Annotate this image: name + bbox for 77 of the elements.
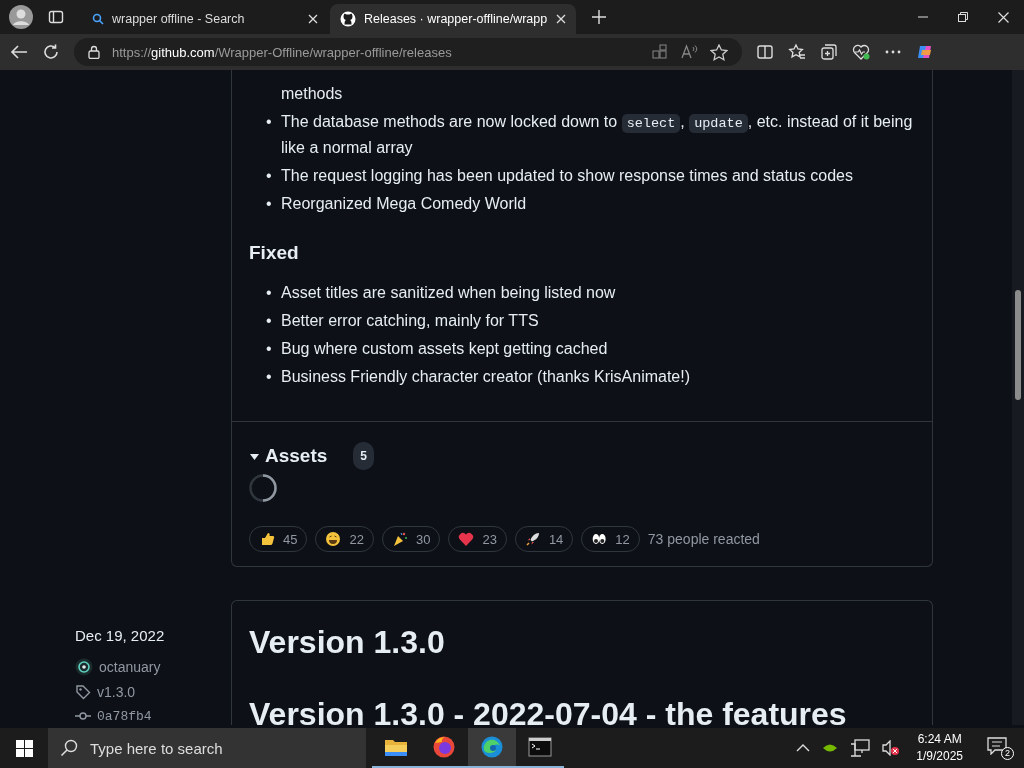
close-icon[interactable] (998, 11, 1009, 23)
fox-globe-icon (432, 735, 456, 759)
refresh-icon[interactable] (42, 43, 60, 61)
bullet-mark: • (266, 284, 272, 301)
browser-tab[interactable]: wrapper offline - Search (82, 4, 328, 34)
list-item: Business Friendly character creator (thanks KrisAnimate!) (281, 367, 691, 387)
assets-toggle[interactable]: Assets (249, 444, 328, 468)
cat-logo-icon (340, 11, 356, 27)
clock[interactable]: 6:24 AM 1/9/2025 (916, 731, 963, 765)
tag-icon (75, 684, 91, 700)
bullet-mark: • (266, 195, 272, 212)
search-icon (92, 13, 104, 25)
reaction-button[interactable]: 12 (581, 526, 640, 552)
release-date: Dec 19, 2022 (75, 627, 166, 644)
star-icon[interactable] (710, 43, 728, 61)
terminal-icon (528, 735, 552, 759)
address-bar[interactable]: https://github.com/Wrapper-Offline/wrapper-offline/releases (74, 38, 742, 66)
favorites-icon[interactable] (788, 43, 806, 61)
gpu-icon[interactable] (822, 742, 839, 754)
section-heading: Fixed (249, 241, 299, 265)
bullet-mark: • (266, 368, 272, 385)
reaction-button[interactable]: 22 (315, 526, 374, 552)
thumbs-up-icon (259, 531, 275, 547)
app-grid-icon[interactable] (652, 44, 668, 60)
reaction-button[interactable]: 23 (448, 526, 507, 552)
list-item: Reorganized Mega Comedy World (281, 194, 527, 214)
reaction-button[interactable]: 14 (514, 526, 574, 552)
network-icon[interactable] (850, 739, 871, 757)
new-tab-icon[interactable] (592, 10, 606, 24)
bullet-mark: • (266, 340, 272, 357)
restore-icon[interactable] (958, 12, 968, 22)
release-title[interactable]: Version 1.3.0 (249, 625, 445, 659)
eyes-icon (591, 531, 608, 547)
taskbar-app[interactable] (468, 728, 516, 768)
scrollbar[interactable] (1012, 70, 1024, 725)
list-item: Better error catching, mainly for TTS (281, 311, 539, 331)
notifications-button[interactable]: 2 (987, 736, 1014, 760)
tab-actions-icon[interactable] (48, 9, 64, 25)
reaction-summary: 73 people reacted (647, 531, 760, 547)
taskbar-search-field[interactable]: Type here to search (48, 728, 366, 768)
close-icon[interactable] (556, 14, 566, 24)
release-heading: Version 1.3.0 - 2022-07-04 - the features (249, 697, 847, 725)
bullet-mark: • (266, 312, 272, 329)
party-popper-icon (391, 531, 408, 547)
back-icon[interactable] (10, 44, 28, 60)
close-icon[interactable] (308, 14, 318, 24)
list-item: Bug where custom assets kept getting cached (281, 339, 608, 359)
tag-link[interactable]: v1.3.0 (97, 684, 136, 700)
bullet-mark: • (266, 167, 272, 184)
search-icon (60, 739, 78, 757)
author-link[interactable]: octanuary (99, 659, 161, 675)
windows-start-icon[interactable] (15, 739, 33, 757)
avatar-icon (75, 658, 93, 676)
browser-tab[interactable]: Releases · wrapper-offline/wrapp (330, 4, 576, 34)
heart-pulse-icon[interactable] (852, 43, 870, 61)
rocket-icon (524, 531, 541, 547)
list-item: Asset titles are sanitized when being listed now (281, 283, 616, 303)
heart-icon (458, 531, 475, 547)
chevron-up-icon[interactable] (796, 743, 811, 753)
lock-icon (88, 45, 100, 59)
commit-link[interactable]: 0a78fb4 (97, 708, 152, 724)
read-aloud-icon[interactable] (680, 44, 698, 60)
laughing-face-icon (325, 531, 342, 547)
list-item: The database methods are now locked down to select , update , etc. instead of it being like a normal array (281, 112, 914, 158)
reaction-button[interactable]: 45 (249, 526, 308, 552)
copilot-icon[interactable] (916, 43, 934, 61)
profile-avatar-icon[interactable] (8, 4, 34, 30)
split-screen-icon[interactable] (756, 43, 774, 61)
wave-logo-icon (480, 735, 504, 759)
bullet-mark: • (266, 113, 272, 130)
message-icon (987, 736, 1007, 755)
list-item: methods (281, 84, 343, 104)
speaker-muted-icon[interactable] (882, 740, 901, 756)
count-badge: 5 (353, 442, 374, 470)
reaction-button[interactable]: 30 (381, 526, 441, 552)
collections-icon[interactable] (820, 43, 838, 61)
list-item: The request logging has been updated to show response times and status codes (281, 166, 853, 186)
